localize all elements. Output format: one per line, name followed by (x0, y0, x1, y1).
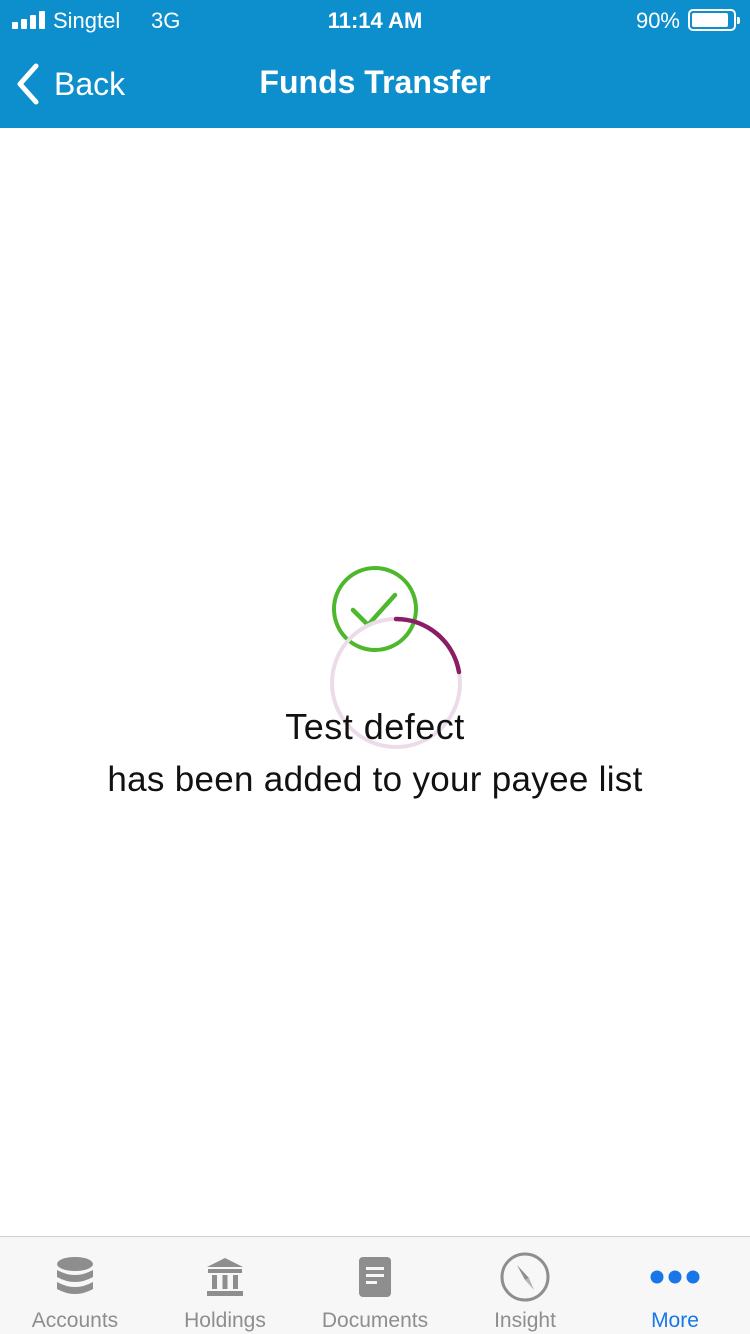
tab-label: Accounts (31, 1309, 119, 1332)
documents-icon (347, 1249, 403, 1305)
confirmation-content: Test defect has been added to your payee… (0, 128, 750, 1236)
payee-name: Test defect (285, 706, 465, 747)
tab-label: Insight (494, 1309, 556, 1332)
insight-icon (497, 1249, 553, 1305)
battery-icon (688, 9, 740, 31)
tab-label: Holdings (184, 1309, 266, 1332)
navigation-bar: Back Funds Transfer (0, 40, 750, 128)
tab-label: Documents (321, 1309, 429, 1332)
tab-bar: Accounts Holdings Documents Insight More (0, 1236, 750, 1334)
more-icon (647, 1249, 703, 1305)
tab-documents[interactable]: Documents (300, 1237, 450, 1334)
battery-level-fill (692, 13, 728, 27)
accounts-icon (47, 1249, 103, 1305)
chevron-left-icon (17, 63, 39, 105)
app-header: Singtel 3G 11:14 AM 90% Back Funds Trans… (0, 0, 750, 128)
confirmation-message: has been added to your payee list (107, 760, 643, 799)
tab-holdings[interactable]: Holdings (150, 1237, 300, 1334)
tab-label: More (651, 1309, 699, 1332)
holdings-icon (197, 1249, 253, 1305)
battery-percentage: 90% (635, 8, 680, 33)
back-label: Back (54, 65, 126, 102)
status-bar: Singtel 3G 11:14 AM 90% (0, 0, 750, 40)
tab-insight[interactable]: Insight (450, 1237, 600, 1334)
tab-more[interactable]: More (600, 1237, 750, 1334)
back-button[interactable]: Back (14, 60, 125, 108)
tab-accounts[interactable]: Accounts (0, 1237, 150, 1334)
